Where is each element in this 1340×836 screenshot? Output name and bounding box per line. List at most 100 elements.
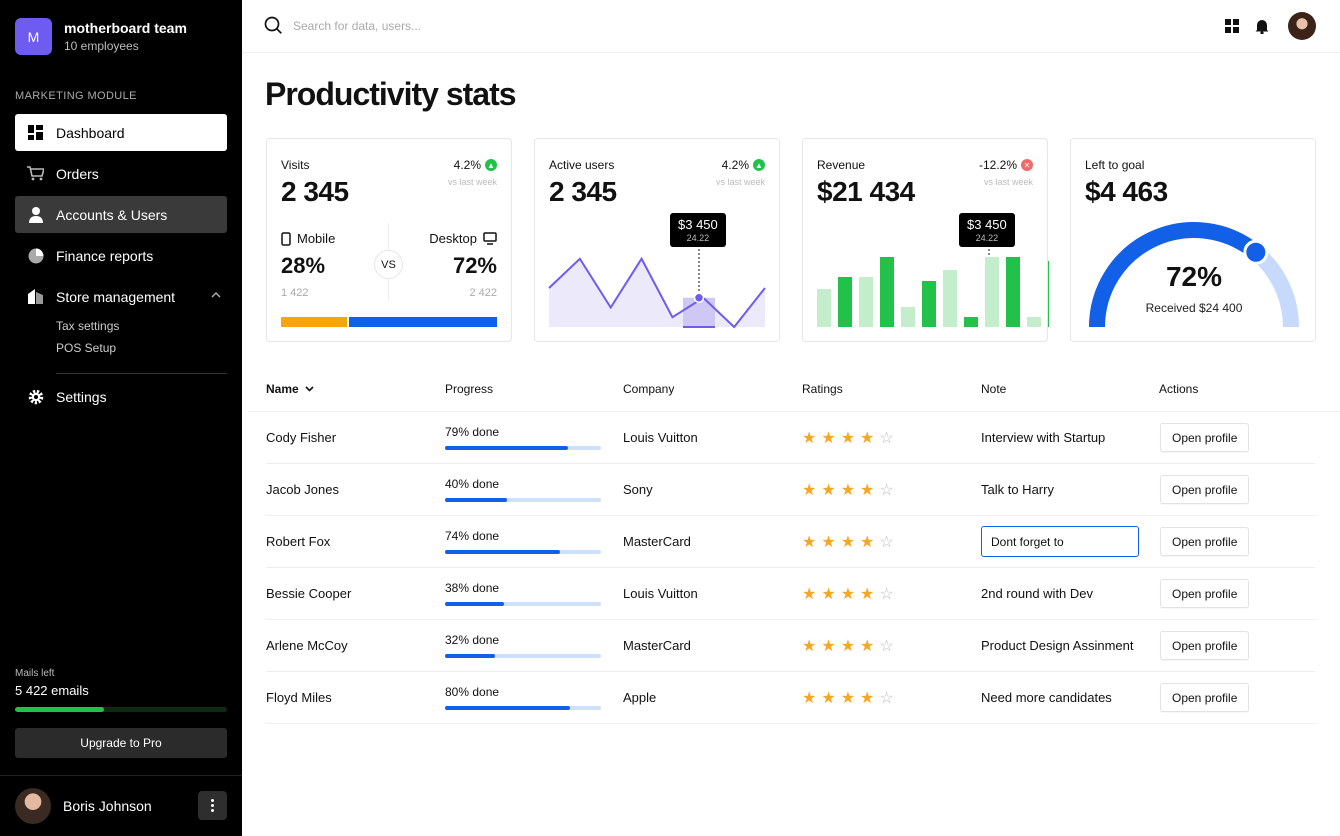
note-text[interactable]: 2nd round with Dev — [981, 586, 1093, 601]
note-input[interactable] — [981, 526, 1139, 557]
star-filled-icon[interactable]: ★ — [802, 636, 816, 656]
star-empty-icon[interactable]: ☆ — [879, 532, 893, 552]
mails-left-value: 5 422 emails — [15, 683, 89, 698]
sidebar-item-finance[interactable]: Finance reports — [15, 237, 227, 274]
user-profile[interactable]: Boris Johnson — [15, 788, 227, 824]
star-filled-icon[interactable]: ★ — [860, 532, 874, 552]
star-filled-icon[interactable]: ★ — [802, 532, 816, 552]
star-empty-icon[interactable]: ☆ — [879, 428, 893, 448]
open-profile-button[interactable]: Open profile — [1160, 423, 1250, 452]
sidebar-item-store[interactable]: Store management — [15, 278, 227, 315]
star-filled-icon[interactable]: ★ — [841, 428, 855, 448]
star-filled-icon[interactable]: ★ — [860, 480, 874, 500]
star-empty-icon[interactable]: ☆ — [879, 636, 893, 656]
upgrade-button[interactable]: Upgrade to Pro — [15, 728, 227, 758]
module-label: MARKETING MODULE — [15, 90, 137, 102]
star-filled-icon[interactable]: ★ — [821, 532, 835, 552]
users-table: Name Progress Company Ratings Note Actio… — [248, 370, 1340, 724]
revenue-bar — [817, 289, 831, 327]
cell-note: Product Design Assinment — [981, 620, 1133, 671]
cell-note: Need more candidates — [981, 672, 1112, 723]
device-split: Mobile 28% 1 422 VS Desktop 72% 2 422 — [281, 223, 497, 301]
progress-fill — [445, 602, 505, 606]
column-header-progress[interactable]: Progress — [445, 382, 493, 396]
rating-stars: ★ ★ ★ ★ ☆ — [802, 672, 894, 723]
desktop-share-bar — [349, 317, 497, 327]
star-filled-icon[interactable]: ★ — [802, 428, 816, 448]
avatar[interactable] — [1288, 12, 1316, 40]
star-filled-icon[interactable]: ★ — [802, 480, 816, 500]
search-input[interactable] — [293, 16, 593, 36]
star-filled-icon[interactable]: ★ — [841, 584, 855, 604]
progress-bar — [445, 446, 601, 450]
open-profile-button[interactable]: Open profile — [1160, 683, 1250, 712]
cell-actions: Open profile — [1160, 464, 1250, 515]
star-filled-icon[interactable]: ★ — [821, 428, 835, 448]
star-filled-icon[interactable]: ★ — [821, 636, 835, 656]
rating-stars: ★ ★ ★ ★ ☆ — [802, 516, 894, 567]
progress-label: 74% done — [445, 529, 500, 543]
sidebar-item-accounts[interactable]: Accounts & Users — [15, 196, 227, 233]
column-header-name[interactable]: Name — [266, 382, 314, 396]
star-empty-icon[interactable]: ☆ — [879, 480, 893, 500]
cell-actions: Open profile — [1160, 516, 1250, 567]
card-delta: 4.2% ▲ — [454, 158, 497, 172]
open-profile-button[interactable]: Open profile — [1160, 527, 1250, 556]
star-filled-icon[interactable]: ★ — [841, 480, 855, 500]
sidebar-item-settings[interactable]: Settings — [15, 378, 227, 415]
column-header-note[interactable]: Note — [981, 382, 1006, 396]
star-filled-icon[interactable]: ★ — [860, 636, 874, 656]
star-filled-icon[interactable]: ★ — [841, 532, 855, 552]
open-profile-button[interactable]: Open profile — [1160, 475, 1250, 504]
delta-value: 4.2% — [453, 158, 481, 172]
revenue-bar — [1006, 257, 1020, 327]
team-switcher[interactable]: M motherboard team 10 employees — [15, 18, 187, 55]
cell-progress: 32% done — [445, 620, 601, 671]
apps-grid-icon[interactable] — [1224, 18, 1240, 34]
sidebar-item-dashboard[interactable]: Dashboard — [15, 114, 227, 151]
star-empty-icon[interactable]: ☆ — [879, 688, 893, 708]
column-header-ratings[interactable]: Ratings — [802, 382, 843, 396]
cell-note: Talk to Harry — [981, 464, 1054, 515]
tooltip-sub: 24.22 — [686, 233, 710, 243]
note-text[interactable]: Interview with Startup — [981, 430, 1105, 445]
star-filled-icon[interactable]: ★ — [860, 584, 874, 604]
star-filled-icon[interactable]: ★ — [802, 688, 816, 708]
sidebar-subitem-tax[interactable]: Tax settings — [56, 315, 227, 337]
cell-progress: 40% done — [445, 464, 601, 515]
cell-company: Sony — [623, 482, 653, 497]
star-filled-icon[interactable]: ★ — [841, 636, 855, 656]
open-profile-button[interactable]: Open profile — [1160, 631, 1250, 660]
more-options-icon[interactable] — [198, 791, 227, 820]
desktop-count: 2 422 — [469, 287, 497, 299]
cell-progress: 79% done — [445, 412, 601, 463]
chart-tooltip: $3 450 24.22 — [670, 213, 726, 247]
star-filled-icon[interactable]: ★ — [821, 480, 835, 500]
star-filled-icon[interactable]: ★ — [860, 688, 874, 708]
vs-badge: VS — [374, 250, 403, 279]
sidebar-subitem-pos[interactable]: POS Setup — [56, 337, 227, 359]
revenue-bar — [838, 277, 852, 327]
star-empty-icon[interactable]: ☆ — [879, 584, 893, 604]
star-filled-icon[interactable]: ★ — [860, 428, 874, 448]
column-header-company[interactable]: Company — [623, 382, 674, 396]
star-filled-icon[interactable]: ★ — [841, 688, 855, 708]
note-text[interactable]: Talk to Harry — [981, 482, 1054, 497]
chevron-up-icon[interactable] — [211, 290, 221, 300]
bell-icon[interactable] — [1254, 18, 1270, 34]
table-row: Cody Fisher 79% done Louis Vuitton ★ ★ ★ ★ ☆ Int… — [266, 412, 1315, 464]
progress-fill — [445, 550, 561, 554]
sidebar-item-label: Settings — [56, 388, 107, 405]
tooltip-value: $3 450 — [967, 217, 1007, 232]
chart-area — [549, 258, 765, 327]
table-row: Bessie Cooper 38% done Louis Vuitton ★ ★ ★ ★ ☆ 2… — [266, 568, 1315, 620]
sidebar-item-orders[interactable]: Orders — [15, 155, 227, 192]
open-profile-button[interactable]: Open profile — [1160, 579, 1250, 608]
note-text[interactable]: Need more candidates — [981, 690, 1112, 705]
star-filled-icon[interactable]: ★ — [821, 584, 835, 604]
column-header-label: Name — [266, 382, 299, 396]
sidebar-item-label: Dashboard — [56, 124, 125, 141]
note-text[interactable]: Product Design Assinment — [981, 638, 1133, 653]
star-filled-icon[interactable]: ★ — [802, 584, 816, 604]
star-filled-icon[interactable]: ★ — [821, 688, 835, 708]
